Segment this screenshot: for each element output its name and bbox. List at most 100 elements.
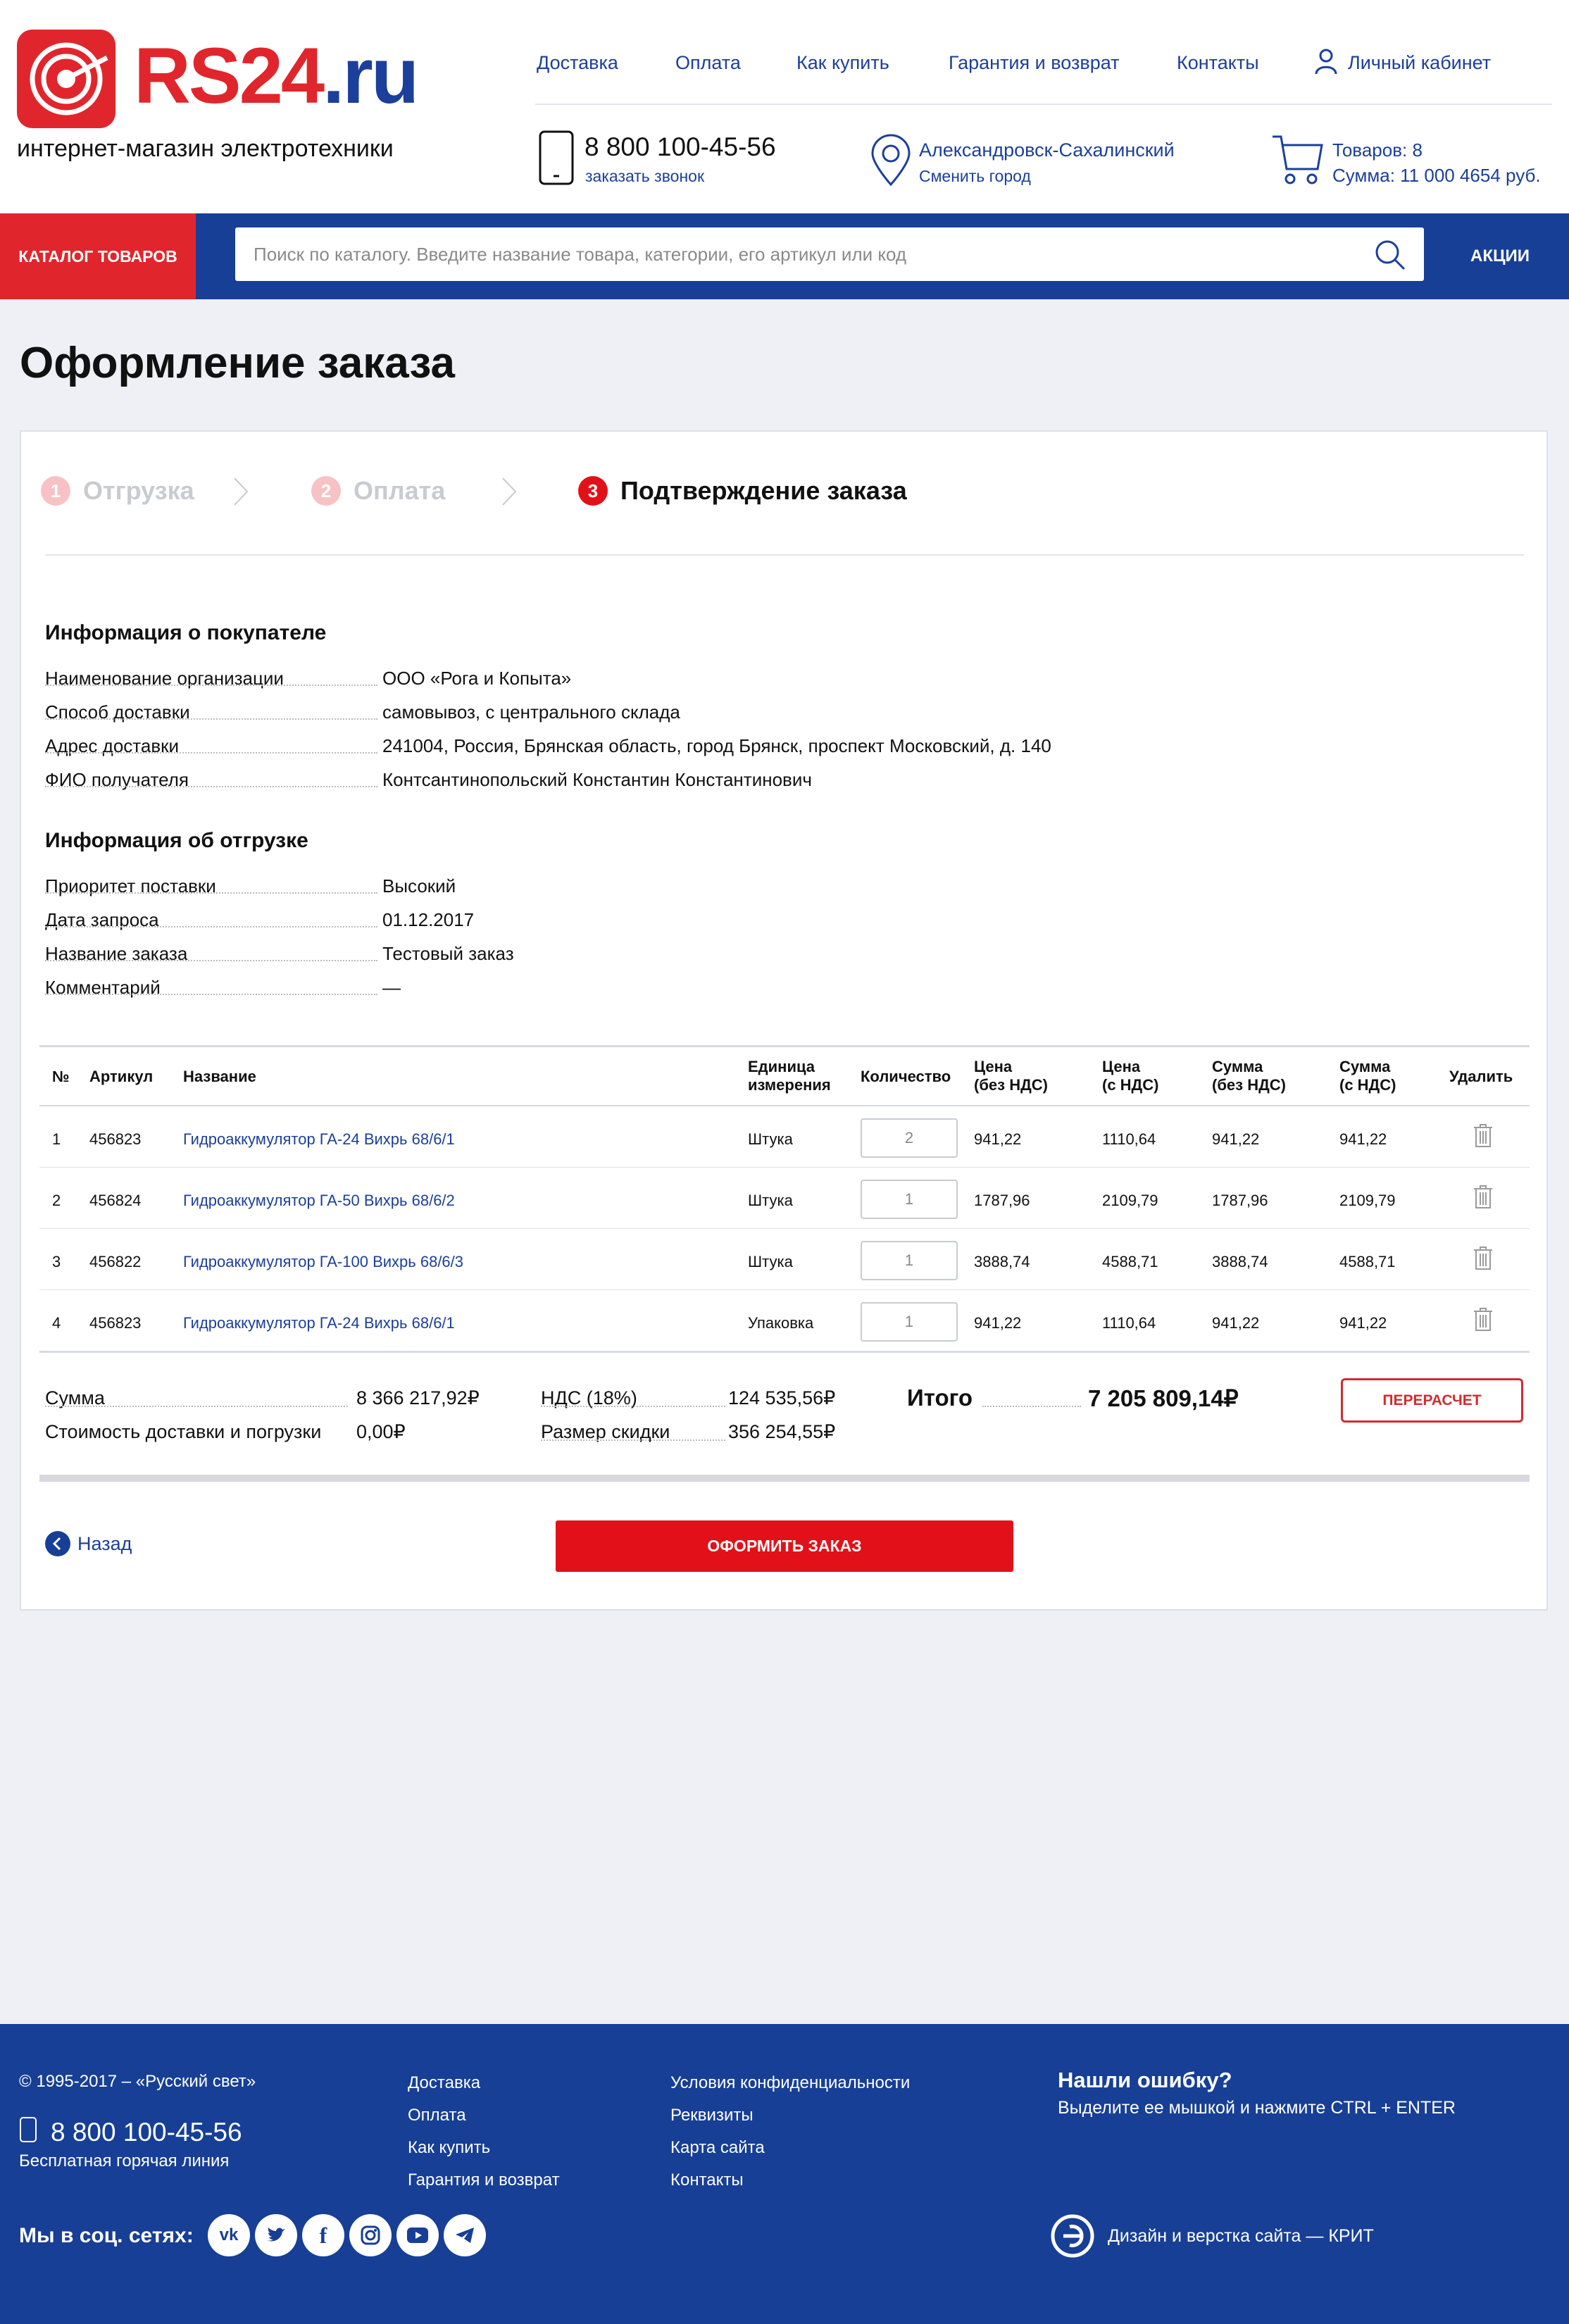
nav-how-to-buy[interactable]: Как купить — [796, 52, 889, 74]
logo-text[interactable]: RS24.ru — [134, 37, 419, 115]
footer-link[interactable]: Как купить — [408, 2138, 490, 2158]
trash-icon[interactable] — [1473, 1185, 1494, 1213]
cell-price-no-vat: 3888,74 — [974, 1253, 1030, 1270]
col-header-qty: Количество — [861, 1068, 951, 1085]
cell-sum-no-vat: 941,22 — [1212, 1314, 1260, 1332]
total-label: Итого — [907, 1385, 973, 1411]
trash-icon[interactable] — [1473, 1247, 1494, 1274]
footer-link[interactable]: Условия конфиденциальности — [670, 2073, 910, 2093]
catalog-button[interactable]: КАТАЛОГ ТОВАРОВ — [0, 213, 196, 299]
col-header-delete: Удалить — [1449, 1068, 1513, 1085]
cart-icon[interactable] — [1271, 132, 1323, 189]
account-link[interactable]: Личный кабинет — [1348, 52, 1491, 74]
dotted-leader — [541, 1406, 725, 1407]
col-header-unit: Единица измерения — [748, 1058, 831, 1094]
promo-link[interactable]: АКЦИИ — [1444, 213, 1556, 299]
table-bottom-border — [39, 1351, 1530, 1353]
error-text: Выделите ее мышкой и нажмите CTRL + ENTE… — [1058, 2098, 1456, 2118]
shipment-value: Высокий — [382, 875, 456, 897]
tagline: интернет-магазин электротехники — [17, 135, 394, 162]
footer-link[interactable]: Контакты — [670, 2170, 744, 2190]
delivery-value: 0,00₽ — [356, 1421, 406, 1442]
delivery-label: Стоимость доставки и погрузки — [45, 1421, 327, 1443]
step-shipment[interactable]: 1 Отгрузка — [41, 476, 194, 506]
youtube-icon[interactable] — [396, 2214, 439, 2256]
sum-value: 8 366 217,92₽ — [356, 1387, 480, 1408]
design-credit[interactable]: Дизайн и верстка сайта — КРИТ — [1108, 2226, 1374, 2247]
footer-link[interactable]: Оплата — [408, 2106, 466, 2125]
shipment-label: Приоритет поставки — [45, 875, 216, 897]
footer-link[interactable]: Доставка — [408, 2073, 480, 2093]
search-icon[interactable] — [1374, 239, 1406, 275]
buyer-section-title: Информация о покупателе — [45, 621, 327, 644]
cell-sum-vat: 2109,79 — [1339, 1192, 1396, 1209]
city-name[interactable]: Александровск-Сахалинский — [919, 139, 1175, 161]
footer-link[interactable]: Карта сайта — [670, 2138, 765, 2158]
cell-unit: Штука — [748, 1253, 793, 1270]
nav-delivery[interactable]: Доставка — [537, 52, 618, 74]
col-header-sum-vat: Сумма (с НДС) — [1339, 1058, 1396, 1094]
quantity-input[interactable] — [861, 1118, 958, 1158]
error-title: Нашли ошибку? — [1058, 2068, 1232, 2092]
facebook-icon[interactable]: f — [302, 2214, 344, 2256]
nav-contacts[interactable]: Контакты — [1177, 52, 1259, 74]
telegram-icon[interactable] — [444, 2214, 486, 2256]
logo-icon[interactable] — [17, 30, 115, 128]
col-header-price-no-vat: Цена (без НДС) — [974, 1058, 1048, 1094]
back-link[interactable]: Назад — [45, 1531, 132, 1556]
step-confirmation: 3 Подтверждение заказа — [578, 476, 907, 506]
step-payment[interactable]: 2 Оплата — [311, 476, 445, 506]
cell-num: 2 — [52, 1192, 61, 1209]
change-city-link[interactable]: Сменить город — [919, 167, 1031, 186]
buyer-value: 241004, Россия, Брянская область, город … — [382, 735, 1051, 756]
vk-icon[interactable]: vk — [208, 2214, 250, 2256]
product-link[interactable]: Гидроаккумулятор ГА-24 Вихрь 68/6/1 — [183, 1130, 455, 1149]
cell-unit: Штука — [748, 1130, 793, 1148]
quantity-input[interactable] — [861, 1180, 958, 1219]
product-link[interactable]: Гидроаккумулятор ГА-100 Вихрь 68/6/3 — [183, 1253, 463, 1271]
product-link[interactable]: Гидроаккумулятор ГА-50 Вихрь 68/6/2 — [183, 1192, 455, 1210]
quantity-input[interactable] — [861, 1302, 958, 1342]
product-link[interactable]: Гидроаккумулятор ГА-24 Вихрь 68/6/1 — [183, 1314, 455, 1332]
dotted-leader — [45, 718, 377, 720]
cell-sum-no-vat: 941,22 — [1212, 1130, 1260, 1148]
summary-divider — [39, 1475, 1530, 1482]
buyer-label: ФИО получателя — [45, 769, 189, 790]
header-divider — [535, 104, 1552, 105]
search-input[interactable] — [235, 227, 1424, 281]
total-value: 7 205 809,14₽ — [1088, 1385, 1239, 1411]
chevron-right-icon — [232, 476, 249, 511]
phone-icon — [538, 130, 575, 189]
cell-sum-no-vat: 1787,96 — [1212, 1192, 1268, 1209]
cart-count[interactable]: Товаров: 8 — [1332, 139, 1423, 161]
krit-logo-icon[interactable] — [1051, 2214, 1094, 2261]
cell-article: 456823 — [89, 1130, 142, 1148]
copyright: © 1995-2017 – «Русский свет» — [19, 2072, 256, 2091]
location-pin-icon — [870, 133, 912, 190]
user-icon[interactable] — [1314, 48, 1338, 78]
recalculate-button[interactable]: ПЕРЕРАСЧЕТ — [1341, 1378, 1523, 1423]
callback-link[interactable]: заказать звонок — [585, 167, 704, 186]
instagram-icon[interactable] — [349, 2214, 392, 2256]
footer-phone[interactable]: 8 800 100-45-56 — [51, 2118, 242, 2147]
nav-payment[interactable]: Оплата — [675, 52, 741, 74]
footer-link[interactable]: Гарантия и возврат — [408, 2170, 560, 2190]
cell-sum-no-vat: 3888,74 — [1212, 1253, 1268, 1270]
buyer-value: Контсантинопольский Константин Константи… — [382, 769, 812, 790]
trash-icon[interactable] — [1473, 1308, 1494, 1335]
col-header-name: Название — [183, 1068, 256, 1085]
buyer-value: самовывоз, с центрального склада — [382, 701, 680, 723]
dotted-leader — [45, 892, 377, 894]
col-header-price-vat: Цена (с НДС) — [1102, 1058, 1159, 1094]
header-phone[interactable]: 8 800 100-45-56 — [585, 132, 776, 162]
nav-warranty[interactable]: Гарантия и возврат — [949, 52, 1120, 74]
twitter-icon[interactable] — [255, 2214, 297, 2256]
footer-link[interactable]: Реквизиты — [670, 2106, 754, 2125]
trash-icon[interactable] — [1473, 1124, 1494, 1151]
cell-price-no-vat: 941,22 — [974, 1130, 1022, 1148]
cart-sum[interactable]: Сумма: 11 000 4654 руб. — [1332, 165, 1541, 187]
submit-order-button[interactable]: ОФОРМИТЬ ЗАКАЗ — [556, 1520, 1013, 1572]
cell-price-vat: 1110,64 — [1102, 1130, 1156, 1148]
quantity-input[interactable] — [861, 1241, 958, 1280]
cell-sum-vat: 941,22 — [1339, 1130, 1387, 1148]
